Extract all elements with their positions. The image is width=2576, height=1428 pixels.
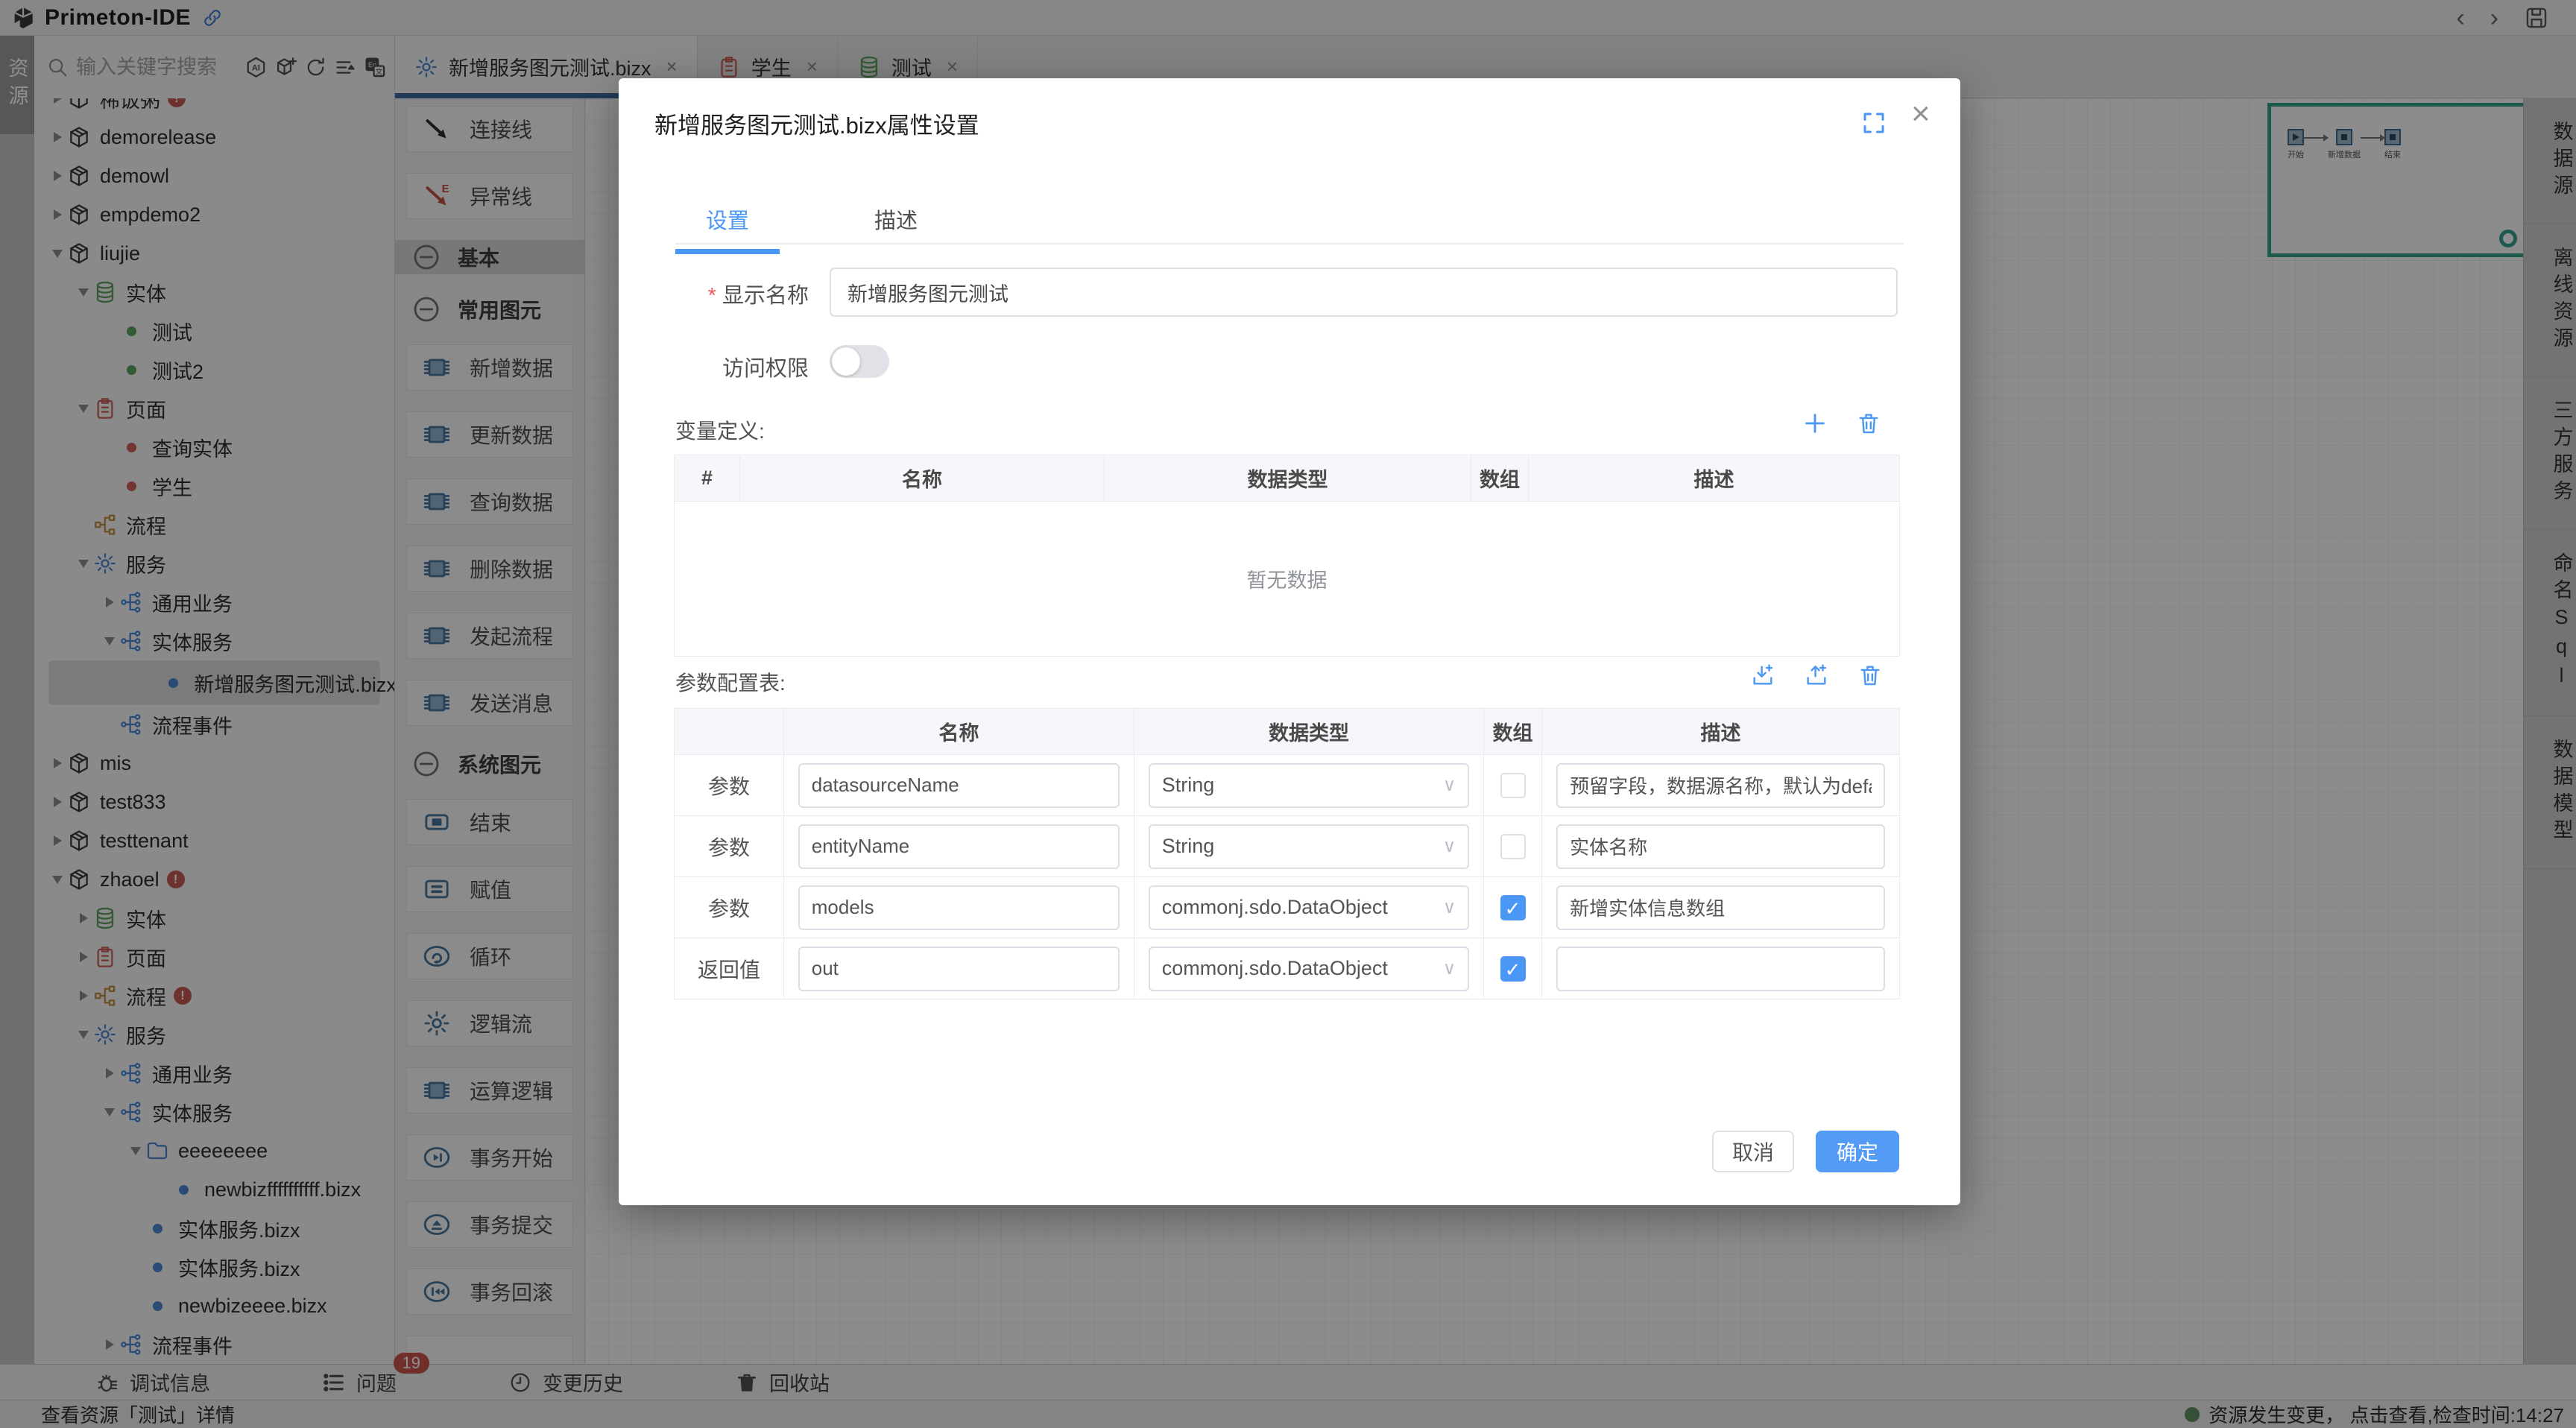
param-type-select[interactable]: commonj.sdo.DataObject ∨ <box>1149 885 1470 930</box>
column-header: # <box>675 455 740 502</box>
param-kind-label: 参数 <box>708 897 750 920</box>
column-header: 名称 <box>740 455 1105 502</box>
column-header: 数据类型 <box>1105 455 1471 502</box>
param-row: 参数 commonj.sdo.DataObject ∨ ✓ <box>675 877 1900 938</box>
selected-type: String <box>1162 774 1215 797</box>
confirm-button[interactable]: 确定 <box>1816 1131 1899 1172</box>
param-row: 参数 String ∨ <box>675 755 1900 816</box>
param-kind-label: 返回值 <box>698 958 760 982</box>
column-header: 描述 <box>1529 455 1900 502</box>
array-checkbox[interactable]: ✓ <box>1500 895 1526 920</box>
export-icon[interactable] <box>1804 663 1829 688</box>
variables-section-label: 变量定义: <box>675 415 765 445</box>
display-name-label: 显示名称 <box>675 278 809 309</box>
chevron-down-icon: ∨ <box>1443 958 1456 979</box>
column-header: 数组 <box>1484 709 1542 755</box>
access-label: 访问权限 <box>675 351 809 382</box>
delete-icon[interactable] <box>1857 663 1883 688</box>
tabs-divider <box>675 243 1904 244</box>
array-checkbox[interactable] <box>1500 773 1526 798</box>
dialog-tab-描述[interactable]: 描述 <box>844 203 948 254</box>
selected-type: commonj.sdo.DataObject <box>1162 896 1388 919</box>
param-desc-input[interactable] <box>1556 885 1885 930</box>
param-type-select[interactable]: commonj.sdo.DataObject ∨ <box>1149 947 1470 991</box>
selected-type: String <box>1162 835 1215 858</box>
chevron-down-icon: ∨ <box>1443 774 1456 796</box>
array-checkbox[interactable]: ✓ <box>1500 956 1526 982</box>
param-row: 返回值 commonj.sdo.DataObject ∨ ✓ <box>675 938 1900 999</box>
param-name-input[interactable] <box>798 947 1120 991</box>
fullscreen-icon[interactable] <box>1860 110 1887 136</box>
param-name-input[interactable] <box>798 824 1120 869</box>
dialog-title: 新增服务图元测试.bizx属性设置 <box>654 107 979 140</box>
column-header: 数据类型 <box>1134 709 1484 755</box>
add-icon[interactable] <box>1802 411 1828 436</box>
access-toggle[interactable] <box>830 345 889 378</box>
import-icon[interactable] <box>1750 663 1775 688</box>
display-name-input[interactable] <box>830 268 1898 317</box>
empty-data-text: 暂无数据 <box>675 502 1900 657</box>
chevron-down-icon: ∨ <box>1443 835 1456 857</box>
param-name-input[interactable] <box>798 763 1120 808</box>
param-desc-input[interactable] <box>1556 824 1885 869</box>
param-row: 参数 String ∨ <box>675 816 1900 877</box>
column-header: 数组 <box>1471 455 1529 502</box>
close-icon[interactable]: × <box>1911 98 1931 130</box>
chevron-down-icon: ∨ <box>1443 897 1456 918</box>
properties-dialog: 新增服务图元测试.bizx属性设置 × 设置描述 显示名称 访问权限 变量定义:… <box>619 78 1960 1205</box>
primeton-ide-window: Primeton-IDE ‹ › 资源 AIEn文 稀饭粥!demoreleas… <box>0 0 2576 1428</box>
dialog-tabs: 设置 描述 <box>675 203 948 254</box>
dialog-tab-设置[interactable]: 设置 <box>675 203 780 254</box>
param-desc-input[interactable] <box>1556 947 1885 991</box>
param-type-select[interactable]: String ∨ <box>1149 824 1470 869</box>
param-name-input[interactable] <box>798 885 1120 930</box>
params-section-label: 参数配置表: <box>675 667 786 697</box>
selected-type: commonj.sdo.DataObject <box>1162 957 1388 980</box>
param-type-select[interactable]: String ∨ <box>1149 763 1470 808</box>
column-header: 名称 <box>784 709 1134 755</box>
column-header <box>675 709 784 755</box>
cancel-button[interactable]: 取消 <box>1712 1131 1794 1172</box>
param-desc-input[interactable] <box>1556 763 1885 808</box>
param-kind-label: 参数 <box>708 836 750 859</box>
variables-table: #名称数据类型数组描述 暂无数据 <box>674 455 1900 657</box>
param-kind-label: 参数 <box>708 775 750 798</box>
params-table: 名称数据类型数组描述 参数 String ∨ 参数 String ∨ 参数 commonj.s… <box>674 708 1900 999</box>
array-checkbox[interactable] <box>1500 834 1526 859</box>
column-header: 描述 <box>1542 709 1900 755</box>
delete-icon[interactable] <box>1856 411 1881 436</box>
